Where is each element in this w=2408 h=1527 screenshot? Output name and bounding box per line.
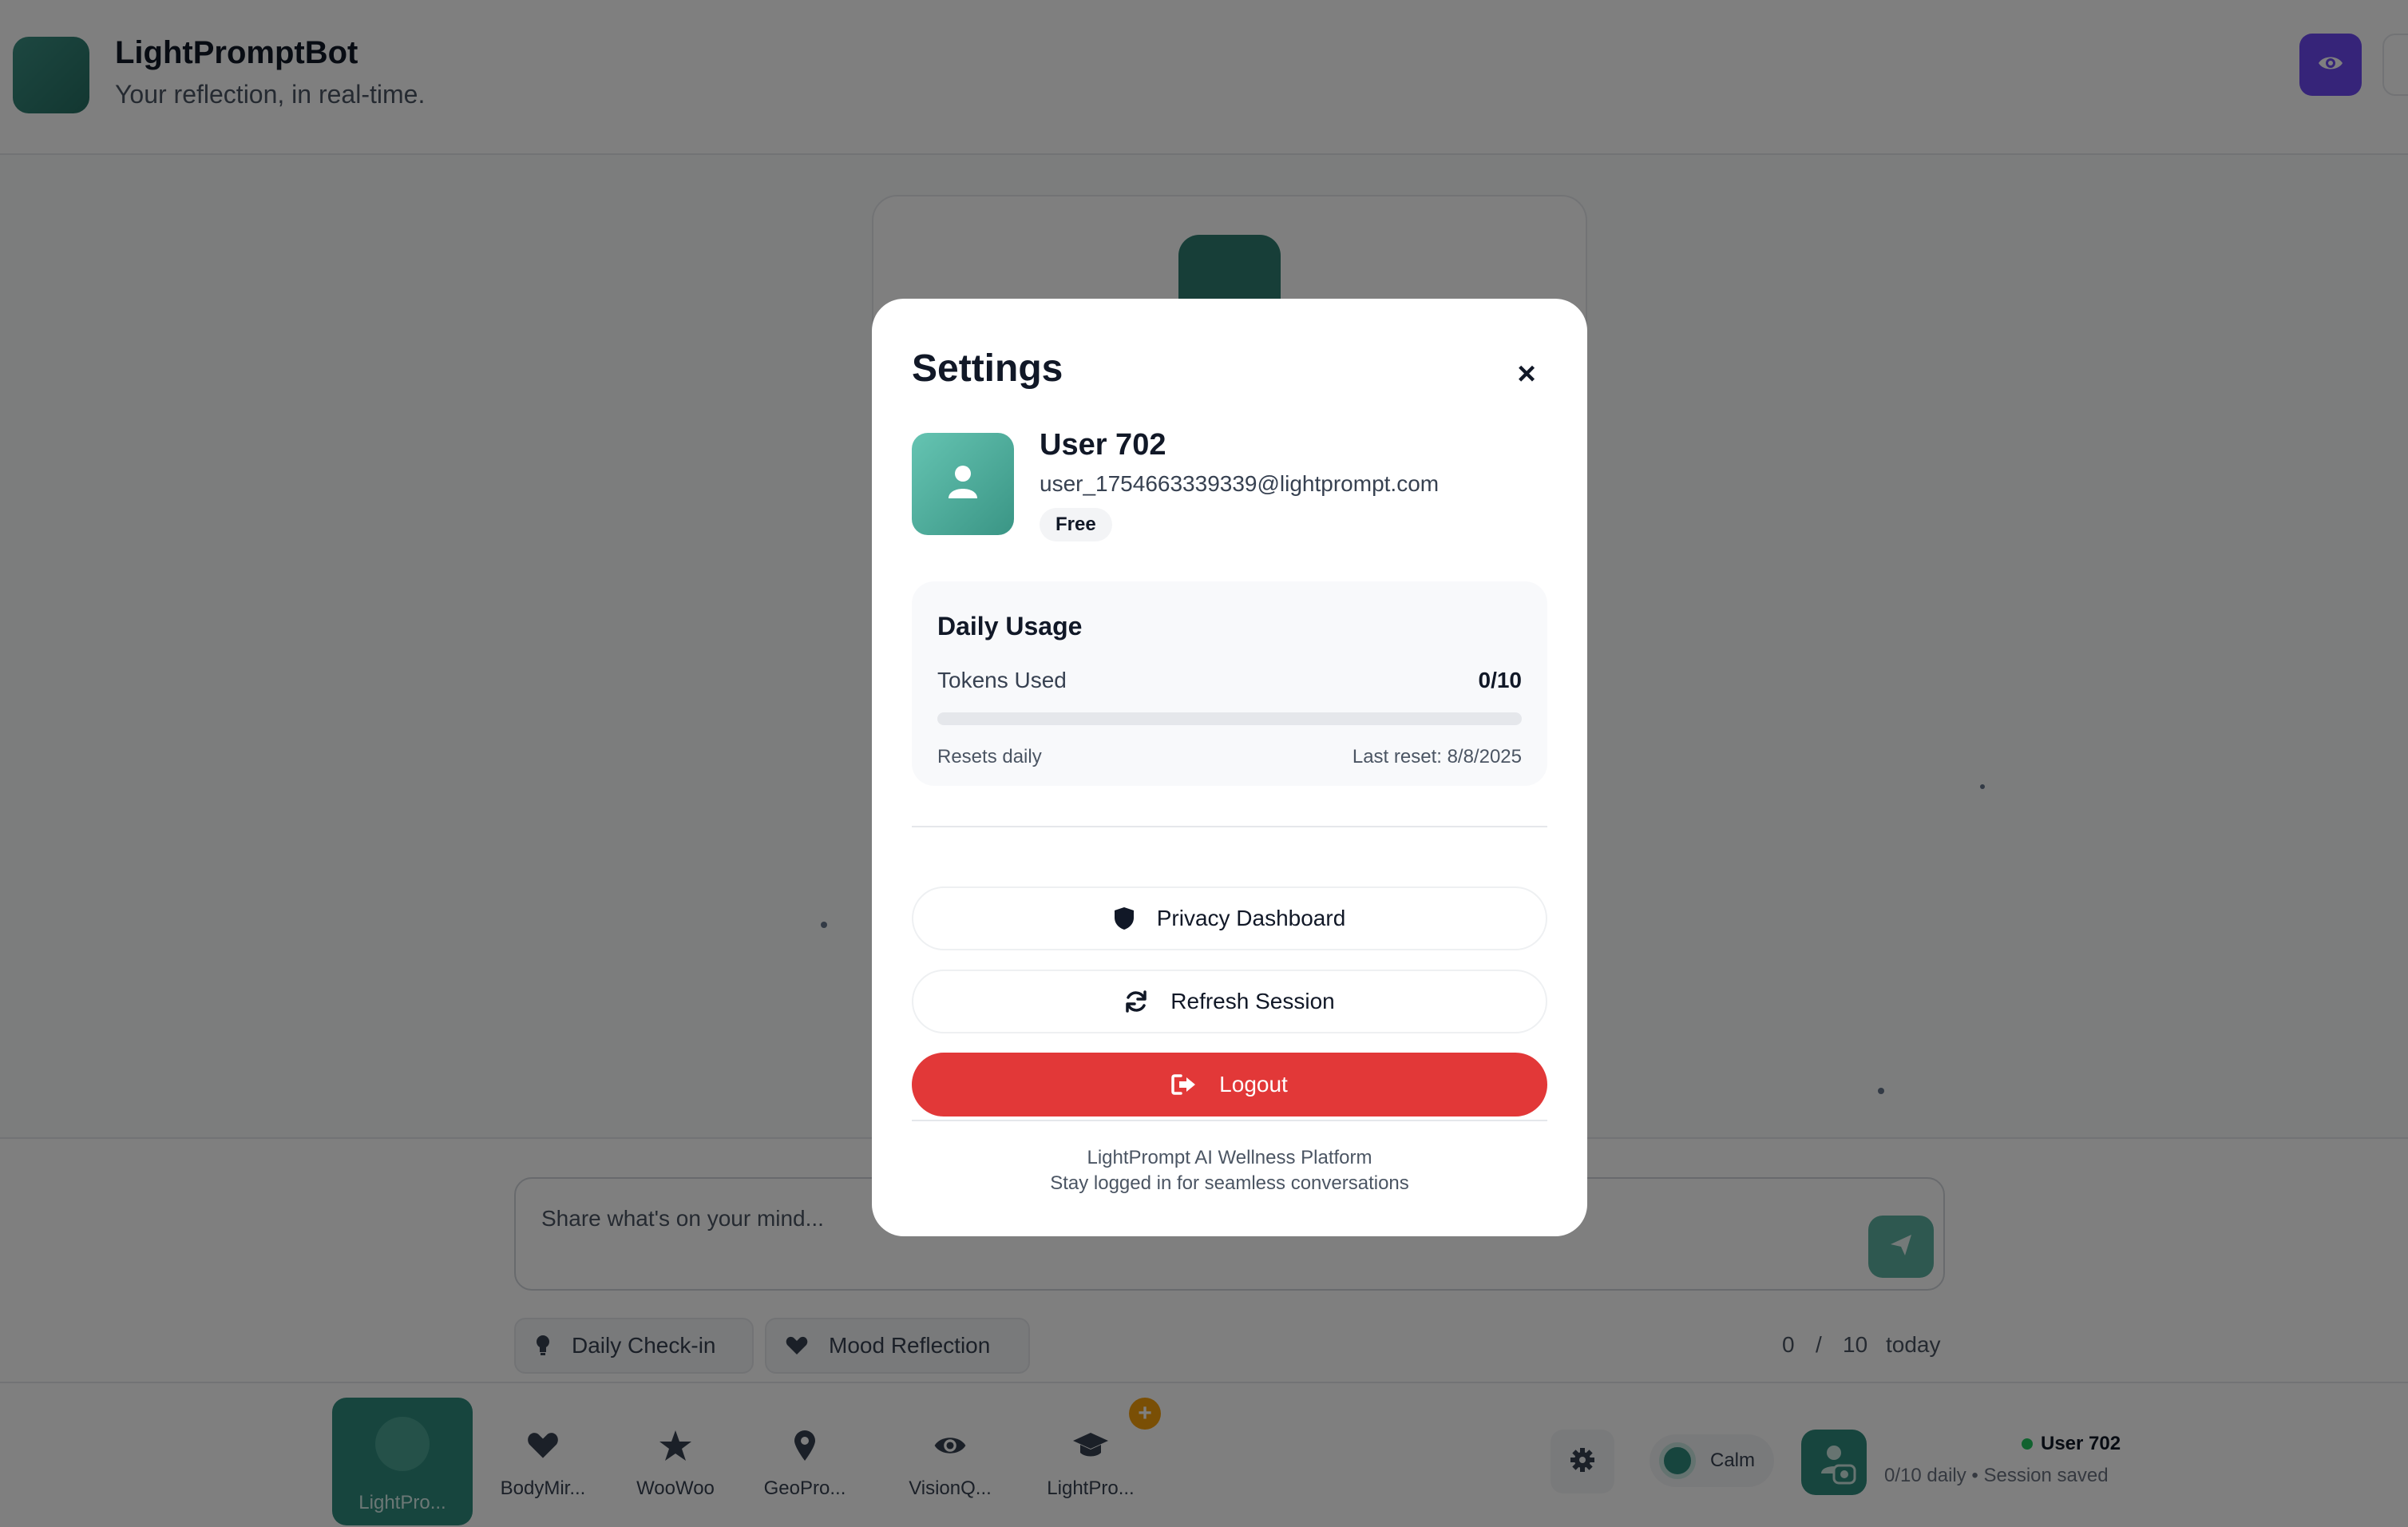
- platform-note: Stay logged in for seamless conversation…: [1050, 1172, 1409, 1194]
- settings-title: Settings: [912, 347, 1063, 390]
- shield-icon: [1114, 906, 1135, 930]
- logout-button[interactable]: Logout: [912, 1053, 1547, 1116]
- logout-label: Logout: [1219, 1072, 1288, 1097]
- close-icon: ×: [1517, 355, 1536, 391]
- daily-usage-title: Daily Usage: [937, 612, 1083, 641]
- usage-progress-bar: [937, 712, 1522, 725]
- close-button[interactable]: ×: [1507, 355, 1546, 393]
- tokens-used-label: Tokens Used: [937, 668, 1067, 692]
- refresh-icon: [1124, 990, 1148, 1013]
- section-divider: [912, 1120, 1547, 1121]
- logout-icon: [1171, 1073, 1197, 1096]
- profile-email: user_1754663339339@lightprompt.com: [1040, 471, 1440, 496]
- profile-avatar: [912, 433, 1014, 535]
- refresh-session-button[interactable]: Refresh Session: [912, 970, 1547, 1033]
- settings-modal: Settings × User 702 user_1754663339339@l…: [872, 299, 1587, 1236]
- platform-name: LightPrompt AI Wellness Platform: [1087, 1147, 1372, 1168]
- refresh-session-label: Refresh Session: [1170, 989, 1335, 1013]
- tokens-used-value: 0/10: [1478, 668, 1523, 692]
- daily-usage-panel: Daily Usage Tokens Used 0/10 Resets dail…: [912, 581, 1547, 786]
- privacy-dashboard-label: Privacy Dashboard: [1156, 906, 1346, 930]
- resets-note: Resets daily: [937, 746, 1042, 767]
- profile-name: User 702: [1040, 428, 1166, 462]
- plan-badge: Free: [1040, 508, 1112, 541]
- user-icon: [947, 465, 979, 504]
- section-divider: [912, 826, 1547, 827]
- last-reset-date: Last reset: 8/8/2025: [1352, 746, 1522, 767]
- privacy-dashboard-button[interactable]: Privacy Dashboard: [912, 886, 1547, 950]
